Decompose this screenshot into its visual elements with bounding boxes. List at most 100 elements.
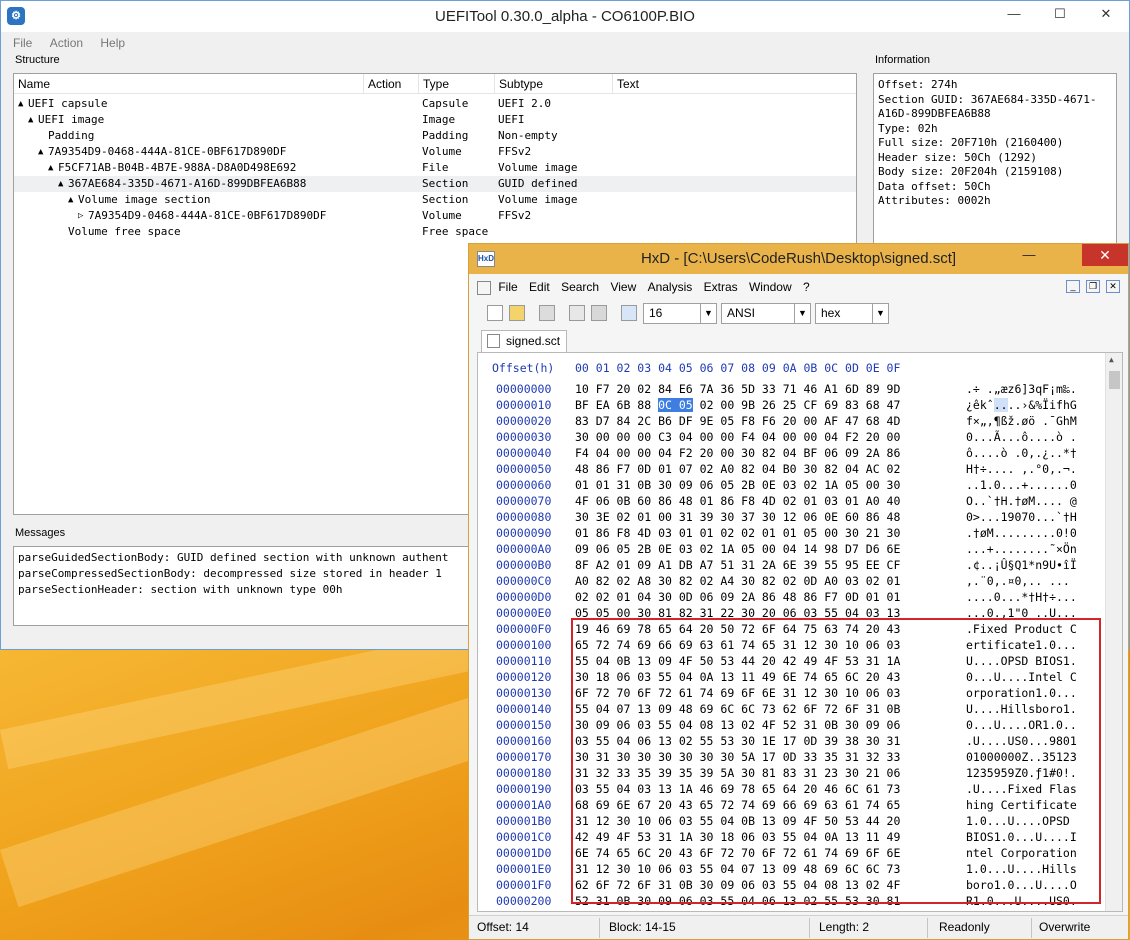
tree-row[interactable]: ▲ UEFI capsule Capsule UEFI 2.0 [14, 96, 856, 112]
row-bytes[interactable]: 01 86 F8 4D 03 01 01 02 02 01 01 05 00 3… [575, 525, 900, 541]
mdi-restore-button[interactable]: ❐ [1086, 280, 1100, 293]
selected-bytes[interactable]: 0C 05 [658, 398, 693, 412]
hex-row[interactable]: 00000020 83 D7 84 2C B6 DF 9E 05 F8 F6 20… [478, 413, 1098, 429]
row-ascii[interactable]: .÷ .„æz6]3qF¡m‰. [966, 381, 1077, 397]
row-bytes[interactable]: 30 00 00 00 C3 04 00 00 F4 04 00 00 04 F… [575, 429, 900, 445]
open-folder-icon[interactable] [509, 305, 525, 321]
hex-row[interactable]: 000000C0 A0 82 02 A8 30 82 02 A4 30 82 02… [478, 573, 1098, 589]
tree-row[interactable]: ▲ 7A9354D9-0468-444A-81CE-0BF617D890DF Vol… [14, 144, 856, 160]
selected-chars[interactable]: .. [993, 398, 1008, 412]
row-ascii[interactable]: f×„,¶ßž.øö .¯GhM [966, 413, 1077, 429]
bytes-per-row-select[interactable]: 16 ▼ [643, 303, 717, 324]
row-bytes[interactable]: 48 86 F7 0D 01 07 02 A0 82 04 B0 30 82 0… [575, 461, 900, 477]
hex-row[interactable]: 00000080 30 3E 02 01 00 31 39 30 37 30 12… [478, 509, 1098, 525]
row-ascii[interactable]: ô....ò .0‚.¿..*† [966, 445, 1077, 461]
hxd-menu-analysis[interactable]: Analysis [648, 276, 693, 298]
tree-expand-icon[interactable]: ▲ [58, 176, 63, 192]
row-bytes[interactable]: 09 06 05 2B 0E 03 02 1A 05 00 04 14 98 D… [575, 541, 900, 557]
column-subtype[interactable]: Subtype [495, 74, 613, 94]
hex-row[interactable]: 00000030 30 00 00 00 C3 04 00 00 F4 04 00… [478, 429, 1098, 445]
hxd-menu-window[interactable]: Window [749, 276, 792, 298]
hxd-menu-view[interactable]: View [610, 276, 636, 298]
message-line[interactable]: parseSectionHeader: section with unknown… [18, 582, 468, 598]
ram-icon[interactable] [569, 305, 585, 321]
disk-icon[interactable] [591, 305, 607, 321]
row-ascii[interactable]: 0>...19070...`†H [966, 509, 1077, 525]
row-bytes[interactable]: 83 D7 84 2C B6 DF 9E 05 F8 F6 20 00 AF 4… [575, 413, 900, 429]
hex-editor-view[interactable]: Offset(h) 00 01 02 03 04 05 06 07 08 09 … [477, 352, 1123, 912]
row-bytes[interactable]: 01 01 31 0B 30 09 06 05 2B 0E 03 02 1A 0… [575, 477, 900, 493]
scroll-thumb[interactable] [1109, 371, 1120, 389]
column-action[interactable]: Action [364, 74, 419, 94]
scroll-up-icon[interactable]: ▲ [1109, 355, 1114, 364]
row-bytes[interactable]: A0 82 02 A8 30 82 02 A4 30 82 02 0D A0 0… [575, 573, 900, 589]
row-ascii[interactable]: 0...Ã...ô....ò . [966, 429, 1077, 445]
row-ascii[interactable]: ..1.0...+......0 [966, 477, 1077, 493]
tree-row[interactable]: Volume free space Free space [14, 224, 856, 240]
status-overwrite[interactable]: Overwrite [1039, 920, 1090, 934]
column-name[interactable]: Name [14, 74, 364, 94]
row-ascii[interactable]: H†÷.... ‚.°0‚.¬. [966, 461, 1077, 477]
hxd-menu-edit[interactable]: Edit [529, 276, 550, 298]
row-bytes[interactable]: 02 02 01 04 30 0D 06 09 2A 86 48 86 F7 0… [575, 589, 900, 605]
message-line[interactable]: parseCompressedSectionBody: decompressed… [18, 566, 468, 582]
mdi-close-button[interactable]: ✕ [1106, 280, 1120, 293]
tree-row[interactable]: ▲ Volume image section Section Volume image [14, 192, 856, 208]
hxd-minimize-button[interactable]: — [1012, 244, 1046, 266]
tree-expand-icon[interactable]: ▲ [68, 192, 73, 208]
hxd-menu-search[interactable]: Search [561, 276, 599, 298]
maximize-button[interactable]: ☐ [1037, 1, 1083, 27]
row-bytes[interactable]: 8F A2 01 09 A1 DB A7 51 31 2A 6E 39 55 9… [575, 557, 900, 573]
tab-signed-sct[interactable]: signed.sct [481, 330, 567, 352]
tree-expand-icon[interactable]: ▲ [28, 112, 33, 128]
charset-select[interactable]: ANSI ▼ [721, 303, 811, 324]
tree-row[interactable]: ▲ UEFI image Image UEFI [14, 112, 856, 128]
row-ascii[interactable]: ‚.¨0‚.¤0‚.. ... [966, 573, 1070, 589]
menu-help[interactable]: Help [100, 33, 125, 53]
row-bytes[interactable]: F4 04 00 00 04 F2 20 00 30 82 04 BF 06 0… [575, 445, 900, 461]
hex-row[interactable]: 00000070 4F 06 0B 60 86 48 01 86 F8 4D 02… [478, 493, 1098, 509]
new-file-icon[interactable] [487, 305, 503, 321]
menu-action[interactable]: Action [50, 33, 83, 53]
hex-row[interactable]: 000000D0 02 02 01 04 30 0D 06 09 2A 86 48… [478, 589, 1098, 605]
row-bytes[interactable]: 30 3E 02 01 00 31 39 30 37 30 12 06 0E 6… [575, 509, 900, 525]
tree-expand-icon[interactable]: ▲ [48, 160, 53, 176]
vertical-scrollbar[interactable]: ▲ [1105, 353, 1122, 911]
hex-row[interactable]: 00000050 48 86 F7 0D 01 07 02 A0 82 04 B0… [478, 461, 1098, 477]
tree-expand-icon[interactable]: ▷ [78, 208, 83, 224]
hex-row[interactable]: 00000000 10 F7 20 02 84 E6 7A 36 5D 33 71… [478, 381, 1098, 397]
hex-row[interactable]: 00000040 F4 04 00 00 04 F2 20 00 30 82 04… [478, 445, 1098, 461]
minimize-button[interactable]: — [991, 1, 1037, 27]
tree-row[interactable]: Padding Padding Non-empty [14, 128, 856, 144]
hex-row[interactable]: 000000A0 09 06 05 2B 0E 03 02 1A 05 00 04… [478, 541, 1098, 557]
row-bytes[interactable]: BF EA 6B 88 0C 05 02 00 9B 26 25 CF 69 8… [575, 397, 900, 413]
save-icon[interactable] [539, 305, 555, 321]
row-bytes[interactable]: 10 F7 20 02 84 E6 7A 36 5D 33 71 46 A1 6… [575, 381, 900, 397]
hxd-menu-help[interactable]: ? [803, 276, 810, 298]
row-ascii[interactable]: .¢..¡Û§Q1*n9U•îÏ [966, 557, 1077, 573]
menu-file[interactable]: File [13, 33, 32, 53]
hxd-menu-extras[interactable]: Extras [704, 276, 738, 298]
hxd-menu-file[interactable]: File [498, 276, 517, 298]
hex-row[interactable]: 00000090 01 86 F8 4D 03 01 01 02 02 01 01… [478, 525, 1098, 541]
row-ascii[interactable]: ...+........˜×Ön [966, 541, 1077, 557]
row-ascii[interactable]: ....0...*†H†÷... [966, 589, 1077, 605]
tree-expand-icon[interactable]: ▲ [38, 144, 43, 160]
tree-row[interactable]: ▲ 367AE684-335D-4671-A16D-899DBFEA6B88 Sec… [14, 176, 856, 192]
close-button[interactable]: ✕ [1083, 1, 1129, 27]
hex-row[interactable]: 000000B0 8F A2 01 09 A1 DB A7 51 31 2A 6E… [478, 557, 1098, 573]
message-line[interactable]: parseGuidedSectionBody: GUID defined sec… [18, 550, 468, 566]
row-ascii[interactable]: ¿êkˆ....›&%ÏifhG [966, 397, 1077, 413]
row-ascii[interactable]: .†øM.........0!0 [966, 525, 1077, 541]
tree-row[interactable]: ▷ 7A9354D9-0468-444A-81CE-0BF617D890DF Vol… [14, 208, 856, 224]
messages-panel[interactable]: parseGuidedSectionBody: GUID defined sec… [13, 546, 473, 626]
tree-expand-icon[interactable]: ▲ [18, 96, 23, 112]
mdi-minimize-button[interactable]: _ [1066, 280, 1080, 293]
hex-row[interactable]: 00000060 01 01 31 0B 30 09 06 05 2B 0E 03… [478, 477, 1098, 493]
row-ascii[interactable]: O..`†H.†øM.... @ [966, 493, 1077, 509]
row-bytes[interactable]: 4F 06 0B 60 86 48 01 86 F8 4D 02 01 03 0… [575, 493, 900, 509]
base-select[interactable]: hex ▼ [815, 303, 889, 324]
hxd-close-button[interactable]: ✕ [1082, 244, 1128, 266]
tree-row[interactable]: ▲ F5CF71AB-B04B-4B7E-988A-D8A0D498E692 Fil… [14, 160, 856, 176]
column-text[interactable]: Text [613, 74, 856, 94]
